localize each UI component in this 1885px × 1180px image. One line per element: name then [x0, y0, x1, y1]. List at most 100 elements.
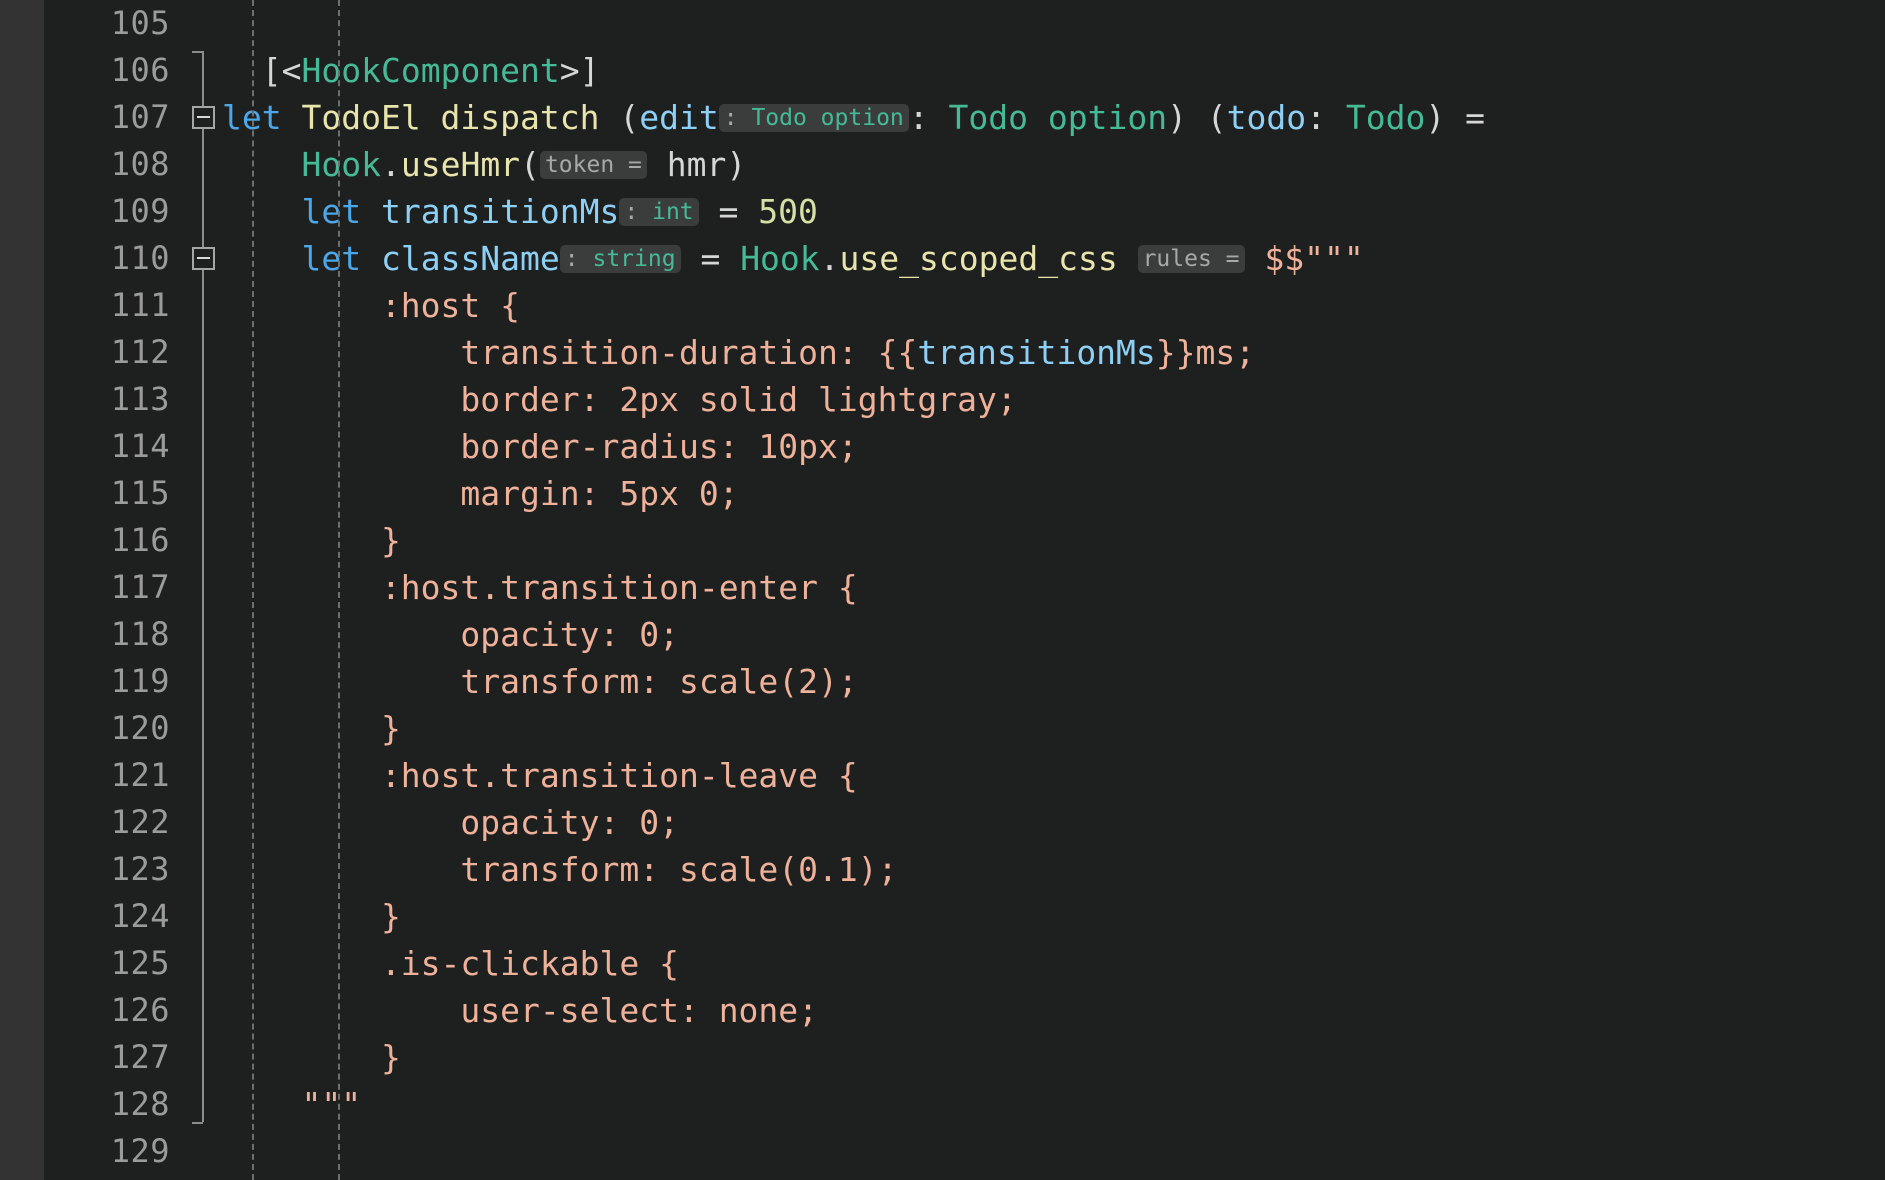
inlay-type-hint[interactable]: token =	[539, 151, 647, 179]
line-number-108[interactable]: 108	[44, 141, 184, 188]
code-line-126[interactable]: user-select: none;	[222, 987, 1885, 1034]
line-number-106[interactable]: 106	[44, 47, 184, 94]
code-line-129[interactable]	[222, 1128, 1885, 1175]
line-number-121[interactable]: 121	[44, 752, 184, 799]
line-number-116[interactable]: 116	[44, 517, 184, 564]
inlay-hint-colon: :	[624, 199, 639, 225]
line-number-110[interactable]: 110	[44, 235, 184, 282]
inlay-type-hint[interactable]: : string	[559, 245, 681, 273]
inlay-hint-param: token =	[544, 152, 642, 178]
code-line-105[interactable]	[222, 0, 1885, 47]
code-line-109[interactable]: let transitionMs: int = 500	[222, 188, 1885, 235]
line-number-109[interactable]: 109	[44, 188, 184, 235]
token-fn: TodoEl dispatch	[301, 98, 600, 137]
token-str: transform: scale(0.1);	[222, 850, 898, 889]
inlay-type-hint[interactable]: : Todo option	[718, 104, 909, 132]
token-punct: =	[680, 239, 741, 278]
token-str: :host.transition-enter {	[222, 568, 858, 607]
indent-guide-2	[338, 0, 340, 1180]
token-str: }	[222, 1038, 401, 1077]
code-line-115[interactable]: margin: 5px 0;	[222, 470, 1885, 517]
code-line-106[interactable]: [<HookComponent>]	[222, 47, 1885, 94]
line-number-105[interactable]: 105	[44, 0, 184, 47]
inlay-hint-type: int	[638, 199, 694, 225]
code-line-124[interactable]: }	[222, 893, 1885, 940]
token-punct: ) =	[1425, 98, 1485, 137]
code-line-113[interactable]: border: 2px solid lightgray;	[222, 376, 1885, 423]
code-line-108[interactable]: Hook.useHmr(token = hmr)	[222, 141, 1885, 188]
code-editor[interactable]: 105 106 107 108 109 110 111 112 113 114 115 116 117 1…	[0, 0, 1885, 1180]
line-number-107[interactable]: 107	[44, 94, 184, 141]
token-punct: [<	[261, 51, 302, 90]
code-folding-gutter[interactable]	[184, 0, 222, 1180]
token-str: margin: 5px 0;	[222, 474, 739, 513]
token-str: transform: scale(2);	[222, 662, 858, 701]
code-line-122[interactable]: opacity: 0;	[222, 799, 1885, 846]
token-punct: :	[1306, 98, 1346, 137]
line-number-120[interactable]: 120	[44, 705, 184, 752]
token-str: """	[222, 1085, 362, 1124]
line-number-gutter[interactable]: 105 106 107 108 109 110 111 112 113 114 115 116 117 1…	[44, 0, 184, 1180]
token-type: Hook	[301, 145, 381, 184]
code-line-120[interactable]: }	[222, 705, 1885, 752]
code-line-123[interactable]: transform: scale(0.1);	[222, 846, 1885, 893]
line-number-114[interactable]: 114	[44, 423, 184, 470]
token-punct: :	[908, 98, 949, 137]
line-number-119[interactable]: 119	[44, 658, 184, 705]
line-number-128[interactable]: 128	[44, 1081, 184, 1128]
fold-region-start-tick	[192, 51, 203, 53]
code-line-125[interactable]: .is-clickable {	[222, 940, 1885, 987]
inlay-hint-type: Todo option	[737, 105, 904, 131]
code-text-area[interactable]: [<HookComponent>] let TodoEl dispatch (ed…	[222, 0, 1885, 1180]
fold-toggle-icon-line-107[interactable]	[192, 106, 215, 129]
token-fn: useHmr	[400, 145, 521, 184]
token-ident: edit	[639, 98, 719, 137]
token-punct: (	[520, 145, 540, 184]
line-number-127[interactable]: 127	[44, 1034, 184, 1081]
line-number-117[interactable]: 117	[44, 564, 184, 611]
line-number-111[interactable]: 111	[44, 282, 184, 329]
code-line-121[interactable]: :host.transition-leave {	[222, 752, 1885, 799]
code-line-117[interactable]: :host.transition-enter {	[222, 564, 1885, 611]
code-line-114[interactable]: border-radius: 10px;	[222, 423, 1885, 470]
inlay-type-hint[interactable]: rules =	[1137, 245, 1245, 273]
line-number-126[interactable]: 126	[44, 987, 184, 1034]
token-str: border-radius: 10px;	[222, 427, 858, 466]
code-line-119[interactable]: transform: scale(2);	[222, 658, 1885, 705]
code-line-112[interactable]: transition-duration: {{transitionMs}}ms;	[222, 329, 1885, 376]
token-ident: transitionMs	[380, 192, 620, 231]
code-line-107[interactable]: let TodoEl dispatch (edit: Todo option: …	[222, 94, 1885, 141]
code-line-127[interactable]: }	[222, 1034, 1885, 1081]
token-num: 500	[758, 192, 818, 231]
token-type: Todo option	[948, 98, 1168, 137]
editor-left-panel-edge	[0, 0, 44, 1180]
line-number-123[interactable]: 123	[44, 846, 184, 893]
line-number-118[interactable]: 118	[44, 611, 184, 658]
code-line-116[interactable]: }	[222, 517, 1885, 564]
token-str: transition-duration: {{	[222, 333, 918, 372]
line-number-113[interactable]: 113	[44, 376, 184, 423]
token-type: HookComponent	[301, 51, 560, 90]
line-number-115[interactable]: 115	[44, 470, 184, 517]
line-number-124[interactable]: 124	[44, 893, 184, 940]
code-line-128[interactable]: """	[222, 1081, 1885, 1128]
fold-toggle-icon-line-110[interactable]	[192, 247, 215, 270]
token-str: $$"""	[1264, 239, 1364, 278]
line-number-125[interactable]: 125	[44, 940, 184, 987]
line-number-122[interactable]: 122	[44, 799, 184, 846]
token-str: }	[222, 709, 401, 748]
token-str: }	[222, 521, 401, 560]
fold-region-line	[202, 51, 204, 1122]
line-number-112[interactable]: 112	[44, 329, 184, 376]
code-line-110[interactable]: let className: string = Hook.use_scoped_…	[222, 235, 1885, 282]
code-line-118[interactable]: opacity: 0;	[222, 611, 1885, 658]
code-line-111[interactable]: :host {	[222, 282, 1885, 329]
line-number-129[interactable]: 129	[44, 1128, 184, 1175]
inlay-type-hint[interactable]: : int	[619, 198, 699, 226]
token-punct: ) (	[1167, 98, 1227, 137]
